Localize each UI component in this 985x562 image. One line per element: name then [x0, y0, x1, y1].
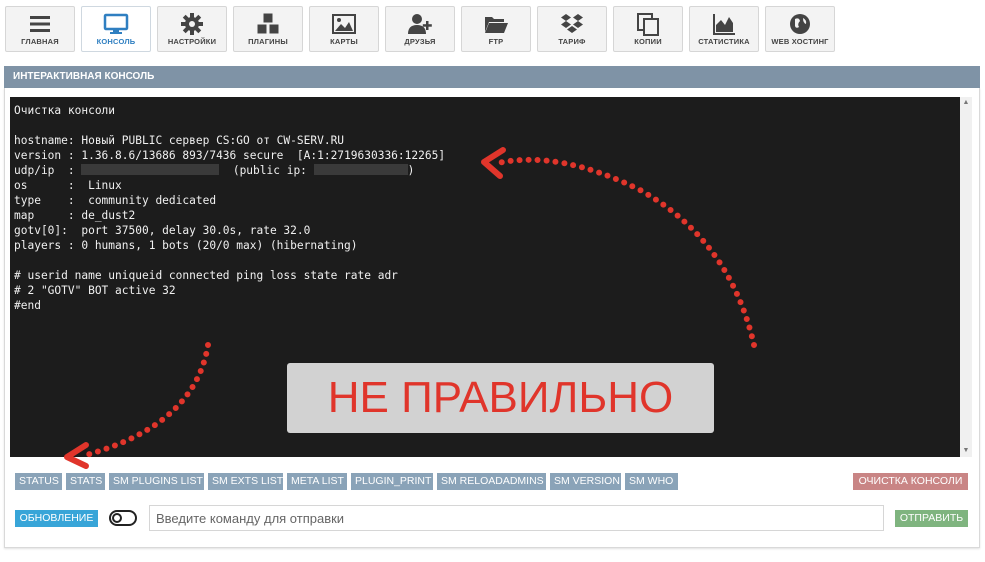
redacted-ip [81, 164, 220, 175]
nav-maps[interactable]: КАРТЫ [309, 6, 379, 52]
cmd-plugin-print-button[interactable]: PLUGIN_PRINT [351, 473, 433, 490]
cmd-sm-who-button[interactable]: SM WHO [625, 473, 678, 490]
console-line: Очистка консоли [14, 104, 116, 117]
cmd-sm-reloadadmins-button[interactable]: SM RELOADADMINS [437, 473, 546, 490]
nav-label: НАСТРОЙКИ [167, 37, 217, 46]
cmd-sm-version-button[interactable]: SM VERSION [550, 473, 621, 490]
nav-console[interactable]: КОНСОЛЬ [81, 6, 151, 52]
nav-settings[interactable]: НАСТРОЙКИ [157, 6, 227, 52]
nav-friends[interactable]: ДРУЗЬЯ [385, 6, 455, 52]
console-line: ) [407, 164, 415, 177]
nav-label: СТАТИСТИКА [698, 37, 750, 46]
nav-label: ГЛАВНАЯ [21, 37, 59, 46]
area-chart-icon [690, 11, 758, 37]
clear-console-button[interactable]: ОЧИСТКА КОНСОЛИ [853, 473, 968, 490]
console-line: version : 1.36.8.6/13686 893/7436 secure… [14, 149, 446, 162]
nav-label: КОНСОЛЬ [96, 37, 136, 46]
console-line: os : Linux [14, 179, 122, 192]
console-line: type : community dedicated [14, 194, 217, 207]
refresh-button[interactable]: ОБНОВЛЕНИЕ [15, 510, 98, 527]
console-line: (public ip: [219, 164, 314, 177]
console-line: players : 0 humans, 1 bots (20/0 max) (h… [14, 239, 358, 252]
cmd-sm-exts-list-button[interactable]: SM EXTS LIST [208, 473, 283, 490]
monitor-icon [82, 11, 150, 37]
send-button[interactable]: ОТПРАВИТЬ [895, 510, 968, 527]
cmd-sm-plugins-list-button[interactable]: SM PLUGINS LIST [109, 473, 204, 490]
image-icon [310, 11, 378, 37]
cmd-status-button[interactable]: STATUS [15, 473, 62, 490]
nav-label: КОПИИ [634, 37, 662, 46]
warning-stamp: НЕ ПРАВИЛЬНО [287, 363, 714, 433]
command-input[interactable] [149, 505, 884, 531]
nav-plugins[interactable]: ПЛАГИНЫ [233, 6, 303, 52]
folder-open-icon [462, 11, 530, 37]
console-line: # userid name uniqueid connected ping lo… [14, 269, 398, 282]
scroll-up-icon[interactable]: ▲ [960, 97, 972, 109]
console-line: gotv[0]: port 37500, delay 30.0s, rate 3… [14, 224, 311, 237]
nav-backups[interactable]: КОПИИ [613, 6, 683, 52]
console-line: udp/ip : [14, 164, 82, 177]
panel-title: ИНТЕРАКТИВНАЯ КОНСОЛЬ [4, 66, 980, 88]
nav-label: ПЛАГИНЫ [248, 37, 288, 46]
globe-icon [766, 11, 834, 37]
top-navigation: ГЛАВНАЯ КОНСОЛЬ НАСТРОЙКИ ПЛАГИНЫ КАРТЫ … [0, 0, 985, 60]
nav-label: WEB ХОСТИНГ [771, 37, 829, 46]
toggle-knob [112, 513, 122, 523]
copy-icon [614, 11, 682, 37]
nav-home[interactable]: ГЛАВНАЯ [5, 6, 75, 52]
scroll-down-icon[interactable]: ▼ [960, 445, 972, 457]
console-line: #end [14, 299, 41, 312]
console-line: map : de_dust2 [14, 209, 136, 222]
cmd-stats-button[interactable]: STATS [66, 473, 105, 490]
nav-label: FTP [488, 37, 504, 46]
nav-tariff[interactable]: ТАРИФ [537, 6, 607, 52]
auto-refresh-toggle[interactable] [109, 510, 137, 526]
nav-statistics[interactable]: СТАТИСТИКА [689, 6, 759, 52]
console-line: # 2 "GOTV" BOT active 32 [14, 284, 176, 297]
gear-icon [158, 11, 226, 37]
nav-label: ДРУЗЬЯ [404, 37, 436, 46]
redacted-public-ip [313, 164, 408, 175]
nav-web-hosting[interactable]: WEB ХОСТИНГ [765, 6, 835, 52]
user-add-icon [386, 11, 454, 37]
nav-label: КАРТЫ [330, 37, 358, 46]
cmd-meta-list-button[interactable]: META LIST [287, 473, 347, 490]
menu-icon [6, 11, 74, 37]
console-line: hostname: Новый PUBLIC сервер CS:GO от C… [14, 134, 345, 147]
nav-label: ТАРИФ [558, 37, 586, 46]
nav-ftp[interactable]: FTP [461, 6, 531, 52]
dropbox-icon [538, 11, 606, 37]
cubes-icon [234, 11, 302, 37]
console-scrollbar[interactable]: ▲ ▼ [960, 97, 972, 457]
